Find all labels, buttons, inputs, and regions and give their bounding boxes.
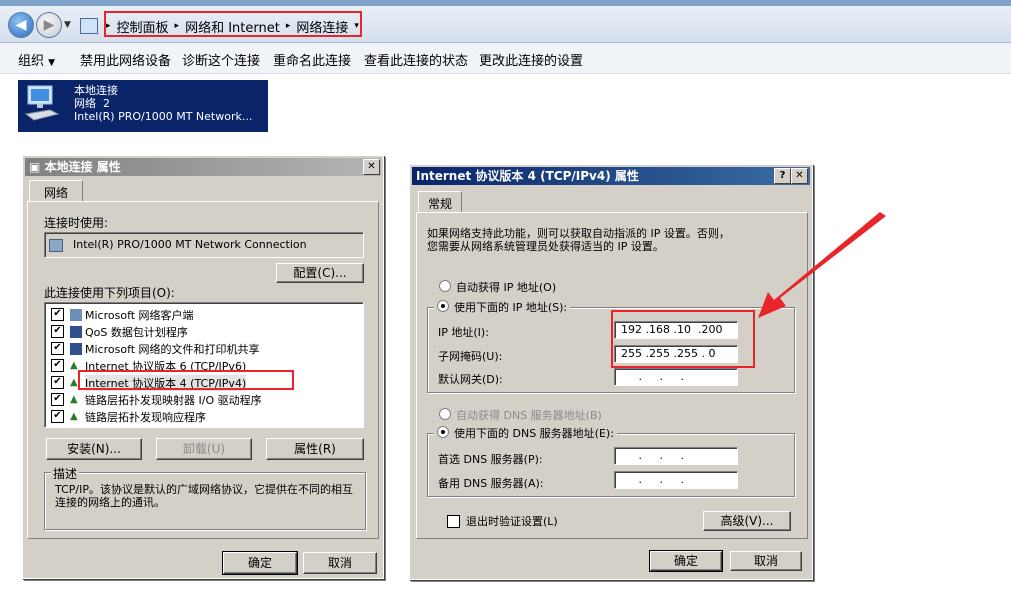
connection-name: 本地连接 (74, 84, 118, 97)
auto-ip-radio[interactable]: 自动获得 IP 地址(O) (439, 279, 556, 295)
dns-group: 使用下面的 DNS 服务器地址(E): 首选 DNS 服务器(P): . . .… (427, 425, 795, 497)
network-small-icon: ▣ (29, 160, 41, 174)
back-button[interactable]: ◀ (8, 12, 34, 38)
connection-network: 网络 2 (74, 97, 110, 110)
ip-highlight-box (611, 310, 755, 368)
auto-dns-radio[interactable]: 自动获得 DNS 服务器地址(B) (439, 407, 602, 423)
list-item[interactable]: ✔ ▲ 链路层拓扑发现响应程序 (51, 408, 206, 425)
dialog-title: Internet 协议版本 4 (TCP/IPv4) 属性 (412, 167, 810, 185)
checkbox[interactable]: ✔ (51, 376, 64, 389)
checkbox[interactable]: ✔ (51, 359, 64, 372)
breadcrumb-highlight-box (104, 11, 362, 37)
preferred-dns-label: 首选 DNS 服务器(P): (438, 453, 543, 466)
cancel-button[interactable]: 取消 (303, 552, 377, 574)
adapter-icon (49, 239, 63, 252)
radio-icon (437, 426, 449, 438)
checkbox[interactable]: ✔ (51, 308, 64, 321)
components-list: ✔ Microsoft 网络客户端 ✔ QoS 数据包计划程序 ✔ Microsoft… (44, 302, 364, 428)
checkbox[interactable]: ✔ (51, 410, 64, 423)
description-label: 描述 (51, 465, 80, 482)
network-service-icon (70, 325, 82, 338)
chevron-down-icon: ▼ (48, 58, 56, 68)
ok-button[interactable]: 确定 (222, 551, 298, 575)
list-item[interactable]: ✔ ▲ 链路层拓扑发现映射器 I/O 驱动程序 (51, 391, 262, 408)
rename-button[interactable]: 重命名此连接 (273, 50, 351, 69)
adapter-name: Intel(R) PRO/1000 MT Network Connection (73, 238, 307, 251)
history-dropdown-icon[interactable]: ▼ (64, 20, 71, 30)
alternate-dns-input[interactable]: . . . (614, 471, 738, 489)
checkbox[interactable]: ✔ (51, 325, 64, 338)
ip-address-label: IP 地址(I): (438, 326, 489, 339)
close-button[interactable]: ✕ (791, 168, 808, 184)
tab-general[interactable]: 常规 (418, 191, 462, 213)
ok-button[interactable]: 确定 (649, 550, 723, 572)
disable-device-button[interactable]: 禁用此网络设备 (80, 50, 171, 69)
arrow-left-icon: ◀ (15, 17, 27, 33)
close-icon: ✕ (367, 161, 376, 172)
diagnose-button[interactable]: 诊断这个连接 (182, 50, 260, 69)
manual-ip-radio[interactable]: 使用下面的 IP 地址(S): (434, 299, 571, 315)
view-status-button[interactable]: 查看此连接的状态 (364, 50, 468, 69)
cancel-button[interactable]: 取消 (730, 551, 802, 571)
tab-network[interactable]: 网络 (29, 180, 83, 202)
validate-checkbox[interactable]: 退出时验证设置(L) (447, 513, 558, 529)
change-settings-button[interactable]: 更改此连接的设置 (479, 50, 583, 69)
list-item[interactable]: ✔ Microsoft 网络客户端 (51, 306, 194, 323)
connection-tile[interactable]: 本地连接 网络 2 Intel(R) PRO/1000 MT Network..… (18, 80, 268, 132)
advanced-button[interactable]: 高级(V)... (703, 511, 791, 531)
items-label: 此连接使用下列项目(O): (44, 286, 175, 300)
network-service-icon (70, 342, 82, 355)
network-adapter-icon (24, 85, 60, 121)
connection-properties-dialog: ▣ 本地连接 属性 ✕ 网络 连接时使用: Intel(R) PRO/1000 … (22, 155, 384, 579)
description-group: 描述 TCP/IP。该协议是默认的广域网络协议，它提供在不同的相互连接的网络上的… (44, 465, 366, 530)
adapter-field: Intel(R) PRO/1000 MT Network Connection (44, 232, 364, 258)
alternate-dns-label: 备用 DNS 服务器(A): (438, 477, 544, 490)
preferred-dns-input[interactable]: . . . (614, 447, 738, 465)
address-bar: ◀ ▶ ▼ ▸ 控制面板 ▸ 网络和 Internet ▸ 网络连接 ▾ (0, 6, 1011, 43)
annotation-arrow (758, 212, 886, 318)
arrow-right-icon: ▶ (43, 17, 55, 33)
connect-using-label: 连接时使用: (44, 216, 109, 230)
intro-line-2: 您需要从网络系统管理员处获得适当的 IP 设置。 (427, 240, 664, 253)
protocol-icon: ▲ (70, 410, 78, 422)
connection-adapter: Intel(R) PRO/1000 MT Network... (74, 110, 253, 123)
close-icon: ✕ (795, 170, 804, 181)
gateway-input[interactable]: . . . (614, 368, 738, 386)
uninstall-button[interactable]: 卸载(U) (156, 438, 252, 460)
subnet-mask-label: 子网掩码(U): (438, 350, 503, 363)
close-button[interactable]: ✕ (363, 159, 380, 175)
command-bar: 组织 ▼ 禁用此网络设备 诊断这个连接 重命名此连接 查看此连接的状态 更改此连… (0, 43, 1011, 74)
checkbox[interactable] (447, 514, 460, 528)
properties-button[interactable]: 属性(R) (266, 438, 364, 460)
checkbox[interactable]: ✔ (51, 393, 64, 406)
radio-icon (437, 300, 449, 312)
network-client-icon (70, 308, 82, 321)
list-item[interactable]: ✔ QoS 数据包计划程序 (51, 323, 188, 340)
install-button[interactable]: 安装(N)... (46, 438, 142, 460)
forward-button[interactable]: ▶ (36, 12, 62, 38)
organize-menu[interactable]: 组织 ▼ (18, 50, 55, 69)
manual-dns-radio[interactable]: 使用下面的 DNS 服务器地址(E): (434, 425, 617, 441)
list-item[interactable]: ✔ Microsoft 网络的文件和打印机共享 (51, 340, 260, 357)
ipv4-highlight-box (78, 370, 294, 390)
checkbox[interactable]: ✔ (51, 342, 64, 355)
configure-button[interactable]: 配置(C)... (276, 263, 364, 283)
radio-icon (439, 280, 451, 292)
network-tab-panel: 连接时使用: Intel(R) PRO/1000 MT Network Conn… (27, 201, 379, 539)
description-text: TCP/IP。该协议是默认的广域网络协议，它提供在不同的相互连接的网络上的通讯。 (55, 483, 353, 509)
control-panel-icon (80, 18, 98, 34)
help-button[interactable]: ? (774, 168, 791, 184)
radio-icon (439, 408, 451, 420)
protocol-icon: ▲ (70, 393, 78, 405)
gateway-label: 默认网关(D): (438, 373, 503, 386)
dialog-title: 本地连接 属性 (44, 160, 121, 174)
